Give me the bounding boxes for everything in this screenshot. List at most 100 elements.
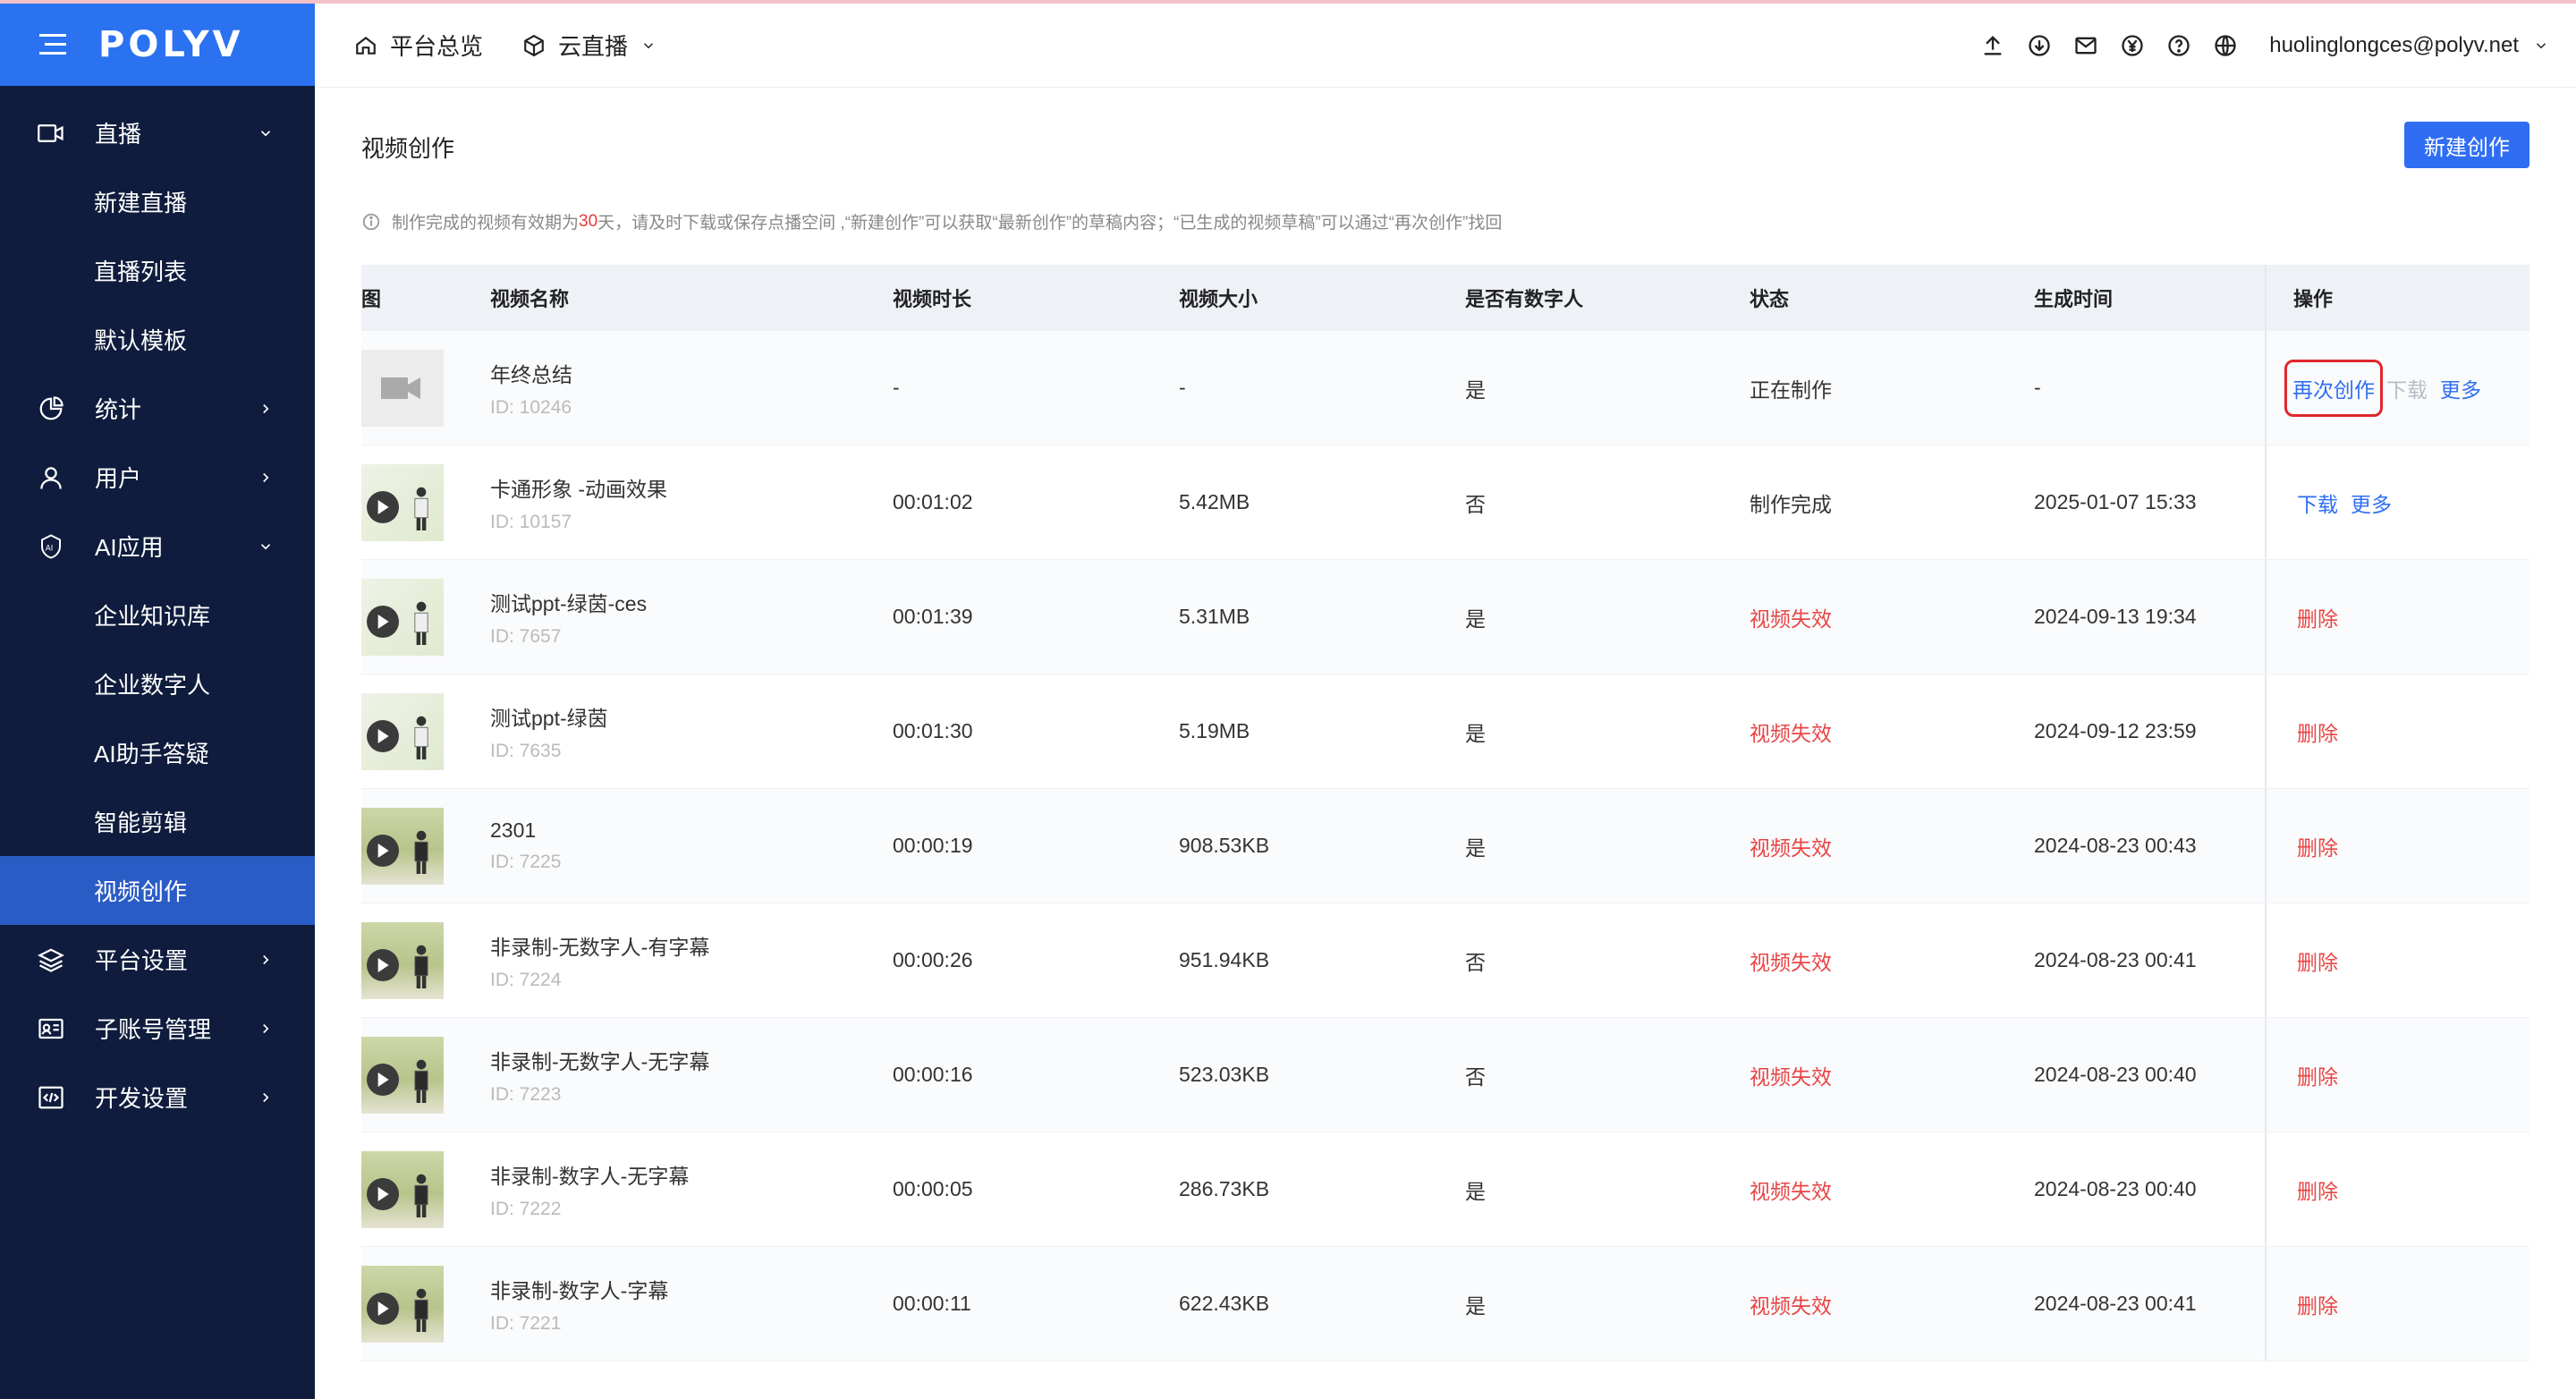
play-icon[interactable] [367, 948, 399, 981]
table-row: 2301 ID: 7225 00:00:19 908.53KB 是 视频失效 2024-08… [361, 789, 2529, 903]
cell-duration: 00:01:02 [893, 490, 973, 513]
upload-icon[interactable] [1979, 32, 2006, 59]
presenter-figure-icon [414, 945, 428, 988]
mail-icon[interactable] [2072, 32, 2099, 59]
sidebar-item-label: 开发设置 [95, 1085, 189, 1112]
cell-duration: - [893, 376, 900, 399]
ai-shield-icon: AI [36, 531, 66, 562]
cell-digital-human: 否 [1465, 492, 1486, 516]
cell-name: 非录制-无数字人-无字幕 ID: 7223 [490, 1045, 893, 1106]
cell-time: 2024-09-13 19:34 [2034, 605, 2197, 628]
globe-icon[interactable] [2212, 32, 2239, 59]
chevron-right-icon [263, 1023, 269, 1033]
op-1[interactable]: 下载 [2386, 373, 2428, 403]
cell-name: 2301 ID: 7225 [490, 818, 893, 873]
op-0[interactable]: 删除 [2297, 602, 2338, 632]
sidebar-item-label: 直播 [95, 121, 142, 148]
sidebar-item-1[interactable]: 新建直播 [0, 167, 315, 236]
help-icon[interactable] [2165, 32, 2192, 59]
sidebar-item-13[interactable]: 子账号管理 [0, 994, 315, 1063]
op-0[interactable]: 删除 [2297, 1174, 2338, 1205]
op-0[interactable]: 下载 [2297, 488, 2338, 518]
table-row: 非录制-无数字人-有字幕 ID: 7224 00:00:26 951.94KB 否 视频失… [361, 903, 2529, 1018]
cell-duration: 00:00:05 [893, 1177, 973, 1200]
nav-product-switcher[interactable]: 云直播 [522, 29, 657, 62]
header-time: 生成时间 [2034, 288, 2114, 310]
video-thumbnail[interactable] [361, 1265, 444, 1343]
sidebar-item-3[interactable]: 默认模板 [0, 305, 315, 374]
cell-digital-human: 是 [1465, 835, 1486, 860]
table-row: 非录制-无数字人-无字幕 ID: 7223 00:00:16 523.03KB 否 视频失… [361, 1018, 2529, 1132]
play-icon[interactable] [367, 1292, 399, 1325]
nav-platform-overview[interactable]: 平台总览 [354, 29, 483, 62]
play-icon[interactable] [367, 490, 399, 523]
sidebar-item-8[interactable]: 企业数字人 [0, 649, 315, 718]
video-name: 非录制-无数字人-无字幕 [490, 1049, 710, 1073]
sidebar-item-label: 用户 [95, 465, 142, 492]
play-icon[interactable] [367, 605, 399, 638]
video-thumbnail[interactable] [361, 921, 444, 999]
op-1[interactable]: 更多 [2351, 488, 2392, 518]
play-icon[interactable] [367, 1177, 399, 1210]
table-row: 测试ppt-绿茵-ces ID: 7657 00:01:39 5.31MB 是 视频失效 2… [361, 560, 2529, 674]
presenter-figure-icon [414, 1288, 428, 1332]
presenter-figure-icon [414, 716, 428, 759]
cell-ops: 删除 [2265, 1247, 2529, 1361]
cell-ops: 删除 [2265, 1132, 2529, 1246]
cell-thumb [361, 692, 490, 770]
home-icon [356, 36, 376, 55]
sidebar-item-9[interactable]: AI助手答疑 [0, 718, 315, 787]
chevron-down-icon [2536, 42, 2546, 48]
cell-status: 制作完成 [1750, 492, 1832, 516]
op-0[interactable]: 再次创作 [2284, 359, 2383, 417]
cell-thumb [361, 349, 490, 427]
op-2[interactable]: 更多 [2440, 373, 2481, 403]
sidebar-item-label: 子账号管理 [95, 1016, 212, 1043]
video-thumbnail[interactable] [361, 1150, 444, 1228]
video-thumbnail[interactable] [361, 807, 444, 885]
video-id: ID: 7221 [490, 1312, 562, 1334]
sidebar-item-0[interactable]: 直播 [0, 98, 315, 167]
video-thumbnail[interactable] [361, 463, 444, 541]
chevron-right-icon [263, 954, 269, 964]
sidebar-item-2[interactable]: 直播列表 [0, 236, 315, 305]
brand-bar: POLYV [0, 4, 315, 86]
video-thumbnail[interactable] [361, 349, 444, 427]
op-0[interactable]: 删除 [2297, 716, 2338, 747]
video-name: 测试ppt-绿茵-ces [490, 591, 648, 615]
op-0[interactable]: 删除 [2297, 831, 2338, 861]
video-name: 年终总结 [490, 362, 572, 386]
video-thumbnail[interactable] [361, 578, 444, 656]
play-icon[interactable] [367, 719, 399, 752]
sidebar-item-5[interactable]: 用户 [0, 443, 315, 512]
sidebar-item-4[interactable]: 统计 [0, 374, 315, 443]
table-header: 图 视频名称 视频时长 视频大小 是否有数字人 状态 生成时间 操作 [361, 265, 2529, 331]
sidebar-item-11[interactable]: 视频创作 [0, 856, 315, 925]
sidebar-item-12[interactable]: 平台设置 [0, 925, 315, 994]
sidebar-item-6[interactable]: AI AI应用 [0, 512, 315, 581]
download-circle-icon[interactable] [2026, 32, 2053, 59]
cell-time: 2024-08-23 00:40 [2034, 1177, 2197, 1200]
cell-name: 卡通形象 -动画效果 ID: 10157 [490, 472, 893, 533]
sidebar-item-7[interactable]: 企业知识库 [0, 581, 315, 649]
user-menu[interactable]: huolinglongces@polyv.net [2269, 33, 2549, 58]
video-thumbnail[interactable] [361, 1036, 444, 1114]
sidebar-item-14[interactable]: 开发设置 [0, 1063, 315, 1132]
new-creation-button[interactable]: 新建创作 [2404, 122, 2529, 168]
op-0[interactable]: 删除 [2297, 1289, 2338, 1319]
cell-time: 2024-08-23 00:41 [2034, 948, 2197, 971]
yen-icon[interactable] [2119, 32, 2146, 59]
chevron-down-icon [644, 42, 654, 48]
menu-icon[interactable] [39, 32, 72, 57]
sidebar-item-label: AI助手答疑 [94, 741, 209, 767]
op-0[interactable]: 删除 [2297, 1060, 2338, 1090]
header-digital-human: 是否有数字人 [1465, 288, 1584, 310]
play-icon[interactable] [367, 1063, 399, 1096]
sidebar-item-10[interactable]: 智能剪辑 [0, 787, 315, 856]
cell-size: 908.53KB [1179, 834, 1270, 857]
op-0[interactable]: 删除 [2297, 945, 2338, 976]
play-icon[interactable] [367, 834, 399, 867]
logo[interactable]: POLYV [98, 24, 244, 65]
video-id: ID: 7635 [490, 740, 562, 761]
video-thumbnail[interactable] [361, 692, 444, 770]
